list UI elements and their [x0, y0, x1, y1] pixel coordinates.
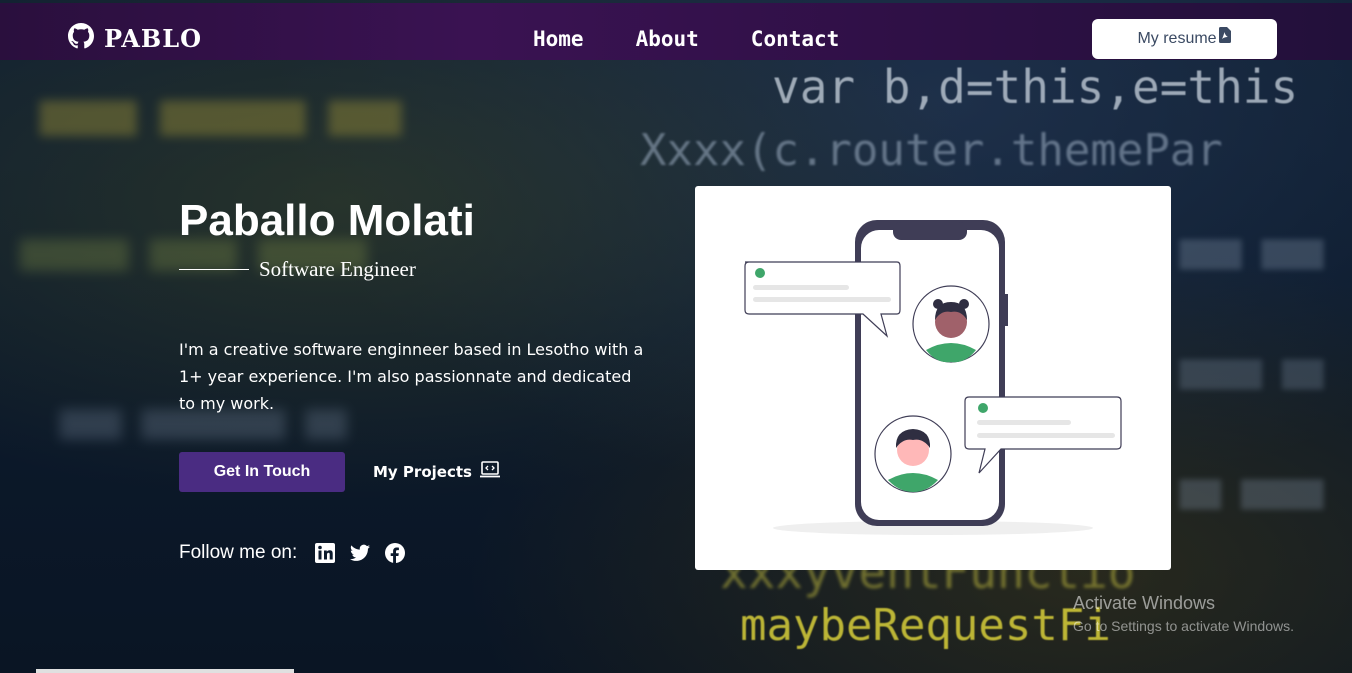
nav-home[interactable]: Home: [533, 27, 584, 51]
horizontal-scrollbar[interactable]: [36, 669, 294, 673]
nav-about[interactable]: About: [636, 27, 699, 51]
background-code-blur: ▆▆▆ ▆▆▆: [1180, 230, 1324, 270]
background-code-blur: ▆▆▆▆ ▆▆▆▆▆▆ ▆▆▆: [40, 90, 402, 136]
resume-label: My resume: [1137, 30, 1217, 47]
nav-contact[interactable]: Contact: [751, 27, 840, 51]
role-text: Software Engineer: [259, 257, 416, 281]
background-code-line: var b,d=this,e=this: [772, 60, 1299, 114]
linkedin-icon[interactable]: [315, 543, 336, 563]
brand-name: PABLO: [104, 23, 202, 53]
social-links: Follow me on:: [179, 542, 420, 564]
facebook-icon[interactable]: [385, 543, 406, 563]
follow-label: Follow me on:: [179, 542, 298, 563]
laptop-code-icon: [472, 461, 500, 483]
resume-button[interactable]: My resume: [1092, 19, 1277, 59]
watermark-title: Activate Windows: [1073, 593, 1216, 613]
background-code-blur: ▆▆▆▆ ▆▆: [1180, 350, 1324, 390]
watermark-subtitle: Go to Settings to activate Windows.: [1073, 618, 1294, 634]
background-code-line: Xxxx(c.router.themePar: [640, 125, 1223, 176]
twitter-icon[interactable]: [350, 543, 371, 563]
my-projects-link[interactable]: My Projects: [373, 461, 500, 483]
background-code-blur: ▆▆ ▆▆▆▆: [1180, 470, 1324, 510]
hero-name: Paballo Molati: [179, 196, 475, 245]
windows-activation-watermark: Activate Windows Go to Settings to activ…: [1073, 593, 1294, 634]
my-projects-label: My Projects: [373, 463, 472, 481]
role-divider: [179, 269, 249, 270]
hero-bio: I'm a creative software enginneer based …: [179, 340, 644, 413]
navbar: PABLO Home About Contact My resume: [0, 3, 1352, 60]
chat-illustration: [695, 186, 1171, 570]
background-code-line: maybeRequestFi: [740, 600, 1111, 651]
nav-links: Home About Contact: [533, 27, 891, 51]
brand-logo[interactable]: PABLO: [68, 23, 202, 53]
pdf-file-icon: [1217, 26, 1232, 52]
get-in-touch-button[interactable]: Get In Touch: [179, 452, 345, 492]
hero-role: Software Engineer: [179, 257, 416, 282]
github-icon: [68, 23, 94, 53]
